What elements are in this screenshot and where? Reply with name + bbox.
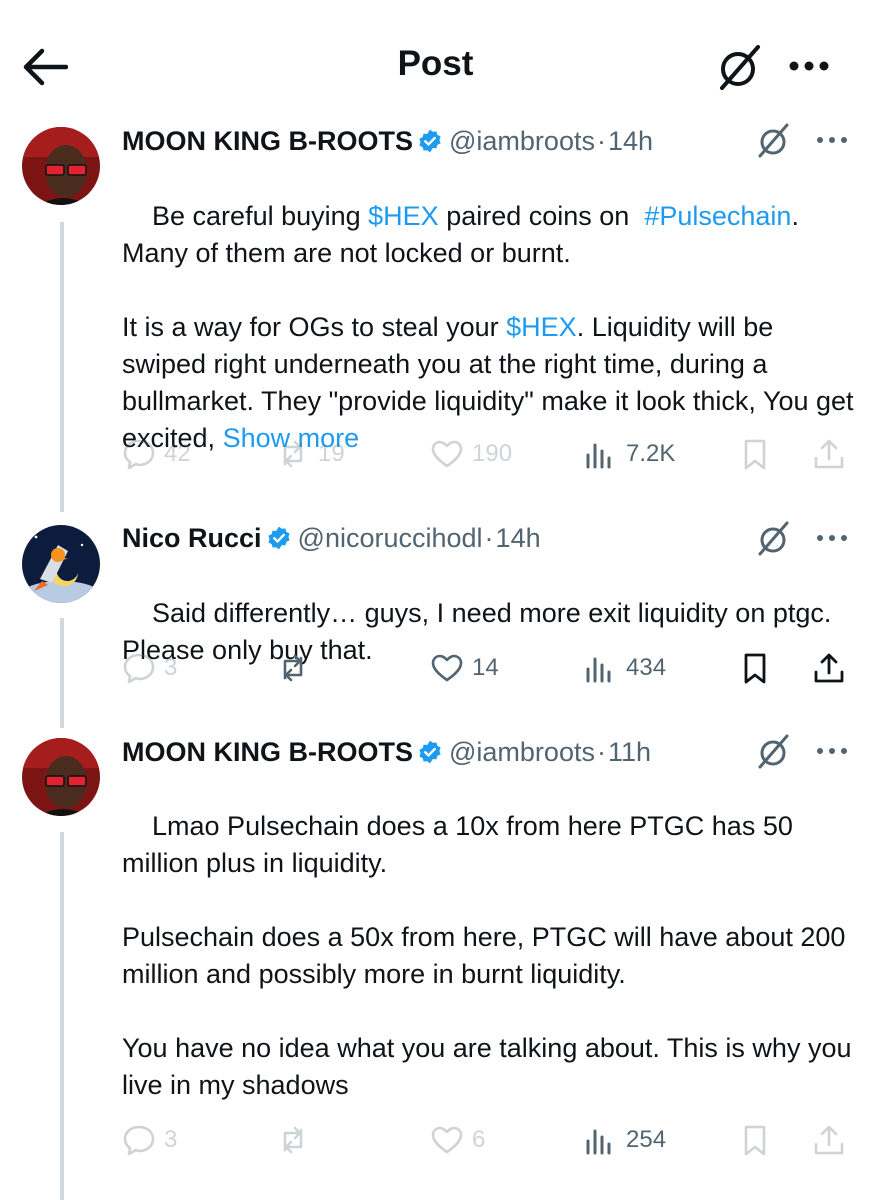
avatar[interactable]	[22, 738, 100, 816]
share-icon	[814, 1125, 844, 1155]
action-bar: 3 6 254	[122, 1122, 857, 1158]
reply-count: 3	[164, 1126, 178, 1153]
views-button[interactable]: 254	[584, 1122, 666, 1158]
tweet-text: Lmao Pulsechain does a 10x from here PTG…	[122, 771, 857, 1141]
display-name[interactable]: MOON KING B-ROOTS	[122, 737, 413, 767]
bookmark-button[interactable]	[738, 1122, 780, 1158]
reply-icon	[123, 1125, 155, 1156]
reply-button[interactable]: 3	[122, 1122, 177, 1158]
tweet[interactable]: MOON KING B-ROOTS @iambroots·11h Lmao Pul…	[0, 0, 871, 1200]
views-icon	[586, 1129, 611, 1155]
like-button[interactable]: 6	[430, 1122, 485, 1158]
tweet-header: MOON KING B-ROOTS @iambroots·11h	[122, 734, 751, 770]
handle[interactable]: @iambroots	[449, 737, 595, 767]
timestamp[interactable]: 11h	[608, 737, 651, 767]
more-icon[interactable]	[814, 744, 850, 758]
like-count: 6	[472, 1126, 486, 1153]
view-count: 254	[626, 1126, 667, 1153]
text-run: Lmao Pulsechain does a 10x from here PTG…	[122, 811, 852, 1100]
thread-line	[60, 832, 64, 1200]
repost-icon	[283, 1126, 303, 1154]
separator: ·	[596, 737, 606, 767]
like-icon	[431, 1126, 463, 1154]
repost-button[interactable]	[276, 1122, 318, 1158]
bookmark-icon	[744, 1125, 766, 1156]
grok-icon[interactable]	[756, 733, 792, 769]
verified-icon	[417, 738, 443, 764]
share-button[interactable]	[812, 1122, 854, 1158]
